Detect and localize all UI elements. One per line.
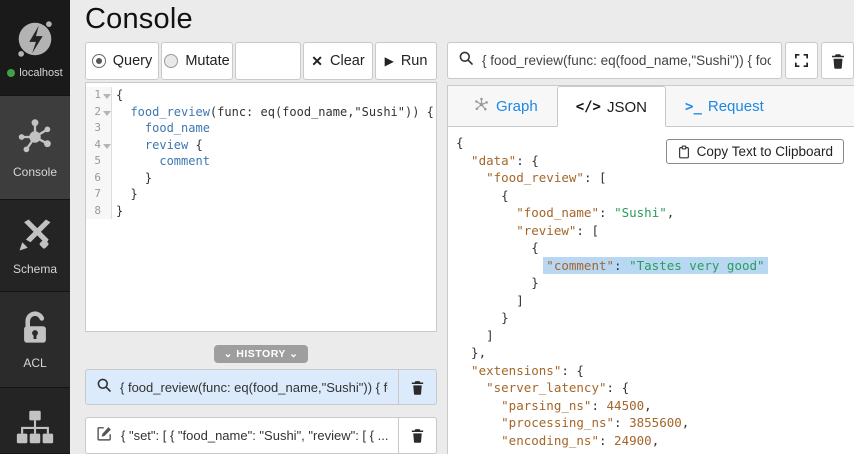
sidebar-item-acl[interactable]: ACL: [0, 292, 70, 388]
schema-tools-icon: [15, 215, 55, 255]
json-line: "comment": "Tastes very good": [456, 257, 846, 275]
tab-graph[interactable]: Graph: [454, 86, 557, 126]
clipboard-icon: [677, 145, 691, 159]
editor-line: 1{: [86, 87, 436, 104]
editor-line: 5 comment: [86, 153, 436, 170]
sidebar-item-label: ACL: [23, 356, 46, 370]
sidebar-item-label: Console: [13, 165, 57, 179]
json-line: ]: [456, 327, 846, 345]
sidebar-item-label: Schema: [13, 262, 57, 276]
editor-line: 8}: [86, 203, 436, 220]
mutate-mode-radio-button[interactable]: Mutate: [161, 42, 233, 80]
editor-gutter[interactable]: 4: [86, 137, 112, 154]
json-line: "parsing_ns": 44500,: [456, 397, 846, 415]
json-line: },: [456, 344, 846, 362]
search-icon: [96, 377, 112, 398]
json-line: {: [456, 187, 846, 205]
fullscreen-button[interactable]: [785, 42, 818, 79]
result-query-text: { food_review(func: eq(food_name,"Sushi"…: [482, 53, 771, 68]
history-item-query[interactable]: { food_review(func: eq(food_name,"Sushi"…: [85, 369, 437, 406]
trash-icon: [829, 52, 847, 70]
query-editor[interactable]: 1{2 food_review(func: eq(food_name,"Sush…: [85, 82, 437, 332]
json-line: {: [456, 239, 846, 257]
json-line: "food_name": "Sushi",: [456, 204, 846, 222]
page-title: Console: [85, 3, 854, 36]
main-content: Console Query Mutate ✕ Clear: [70, 0, 854, 454]
cluster-sitemap-icon: [14, 406, 56, 448]
json-line: }: [456, 309, 846, 327]
editor-gutter[interactable]: 5: [86, 153, 112, 170]
editor-gutter[interactable]: 2: [86, 104, 112, 121]
editor-line: 2 food_review(func: eq(food_name,"Sushi"…: [86, 104, 436, 121]
tab-json[interactable]: </> JSON: [557, 86, 666, 127]
json-line: }: [456, 274, 846, 292]
radio-selected-icon: [92, 54, 106, 68]
delete-result-button[interactable]: [821, 42, 854, 79]
result-query-bar: { food_review(func: eq(food_name,"Sushi"…: [447, 42, 854, 79]
editor-gutter[interactable]: 3: [86, 120, 112, 137]
code-brackets-icon: </>: [576, 99, 601, 115]
edit-icon: [96, 425, 113, 447]
history-item-text: { food_review(func: eq(food_name,"Sushi"…: [120, 380, 388, 395]
editor-gutter[interactable]: 1: [86, 87, 112, 104]
editor-gutter[interactable]: 8: [86, 203, 112, 220]
trash-icon: [409, 379, 426, 396]
graph-icon: [473, 96, 490, 117]
editor-gutter[interactable]: 7: [86, 186, 112, 203]
tab-request[interactable]: >_ Request: [666, 86, 783, 126]
acl-lock-icon: [15, 309, 55, 349]
trash-icon: [409, 427, 426, 444]
editor-gutter[interactable]: 6: [86, 170, 112, 187]
results-panel: { food_review(func: eq(food_name,"Sushi"…: [447, 42, 854, 454]
json-response-view[interactable]: Copy Text to Clipboard {"data": {"food_r…: [448, 127, 854, 454]
run-play-icon: ▶: [385, 54, 394, 68]
fullscreen-icon: [793, 52, 810, 69]
editor-line: 3 food_name: [86, 120, 436, 137]
json-line: ]: [456, 292, 846, 310]
json-line: "extensions": {: [456, 362, 846, 380]
clear-button[interactable]: ✕ Clear: [303, 42, 373, 80]
history-item-text: { "set": [ { "food_name": "Sushi", "revi…: [121, 428, 388, 443]
query-panel: Query Mutate ✕ Clear ▶ Run: [85, 42, 437, 454]
result-tabs: Graph </> JSON >_ Request: [448, 86, 854, 127]
history-delete-button[interactable]: [398, 370, 436, 405]
json-line: "server_latency": {: [456, 379, 846, 397]
sidebar-item-localhost[interactable]: localhost: [0, 0, 70, 96]
toolbar-spacer: [235, 42, 301, 80]
radio-unselected-icon: [164, 54, 178, 68]
editor-line: 7 }: [86, 186, 436, 203]
history-delete-button[interactable]: [398, 418, 436, 453]
editor-line: 6 }: [86, 170, 436, 187]
json-line: "processing_ns": 3855600,: [456, 414, 846, 432]
mutate-mode-label: Mutate: [185, 53, 229, 69]
query-toolbar: Query Mutate ✕ Clear ▶ Run: [85, 42, 437, 80]
search-icon: [458, 50, 474, 71]
connection-status-dot: [7, 69, 15, 77]
json-line: "encoding_ns": 24900,: [456, 432, 846, 450]
dgraph-logo-icon: [12, 16, 58, 62]
editor-line: 4 review {: [86, 137, 436, 154]
host-label: localhost: [19, 67, 62, 79]
json-line: "review": [: [456, 222, 846, 240]
sidebar-item-console[interactable]: Console: [0, 96, 70, 200]
sidebar-item-schema[interactable]: Schema: [0, 200, 70, 292]
query-mode-radio-button[interactable]: Query: [85, 42, 159, 80]
app-window: localhost Console: [0, 0, 854, 454]
terminal-prompt-icon: >_: [685, 99, 702, 115]
json-line: "food_review": [: [456, 169, 846, 187]
result-query-display[interactable]: { food_review(func: eq(food_name,"Sushi"…: [447, 42, 782, 79]
history-item-mutation[interactable]: { "set": [ { "food_name": "Sushi", "revi…: [85, 417, 437, 454]
query-mode-label: Query: [113, 53, 153, 69]
sidebar-item-cluster[interactable]: [0, 388, 70, 454]
highlighted-json-text: "comment": "Tastes very good": [543, 257, 767, 274]
run-button[interactable]: ▶ Run: [375, 42, 437, 80]
console-graph-icon: [14, 116, 56, 158]
clear-x-icon: ✕: [311, 53, 323, 70]
fold-arrow-icon[interactable]: [102, 91, 111, 100]
history-toggle[interactable]: ⌄ HISTORY ⌄: [214, 345, 309, 363]
copy-to-clipboard-button[interactable]: Copy Text to Clipboard: [666, 139, 844, 164]
fold-arrow-icon[interactable]: [102, 108, 111, 117]
fold-arrow-icon[interactable]: [102, 141, 111, 150]
sidebar: localhost Console: [0, 0, 70, 454]
